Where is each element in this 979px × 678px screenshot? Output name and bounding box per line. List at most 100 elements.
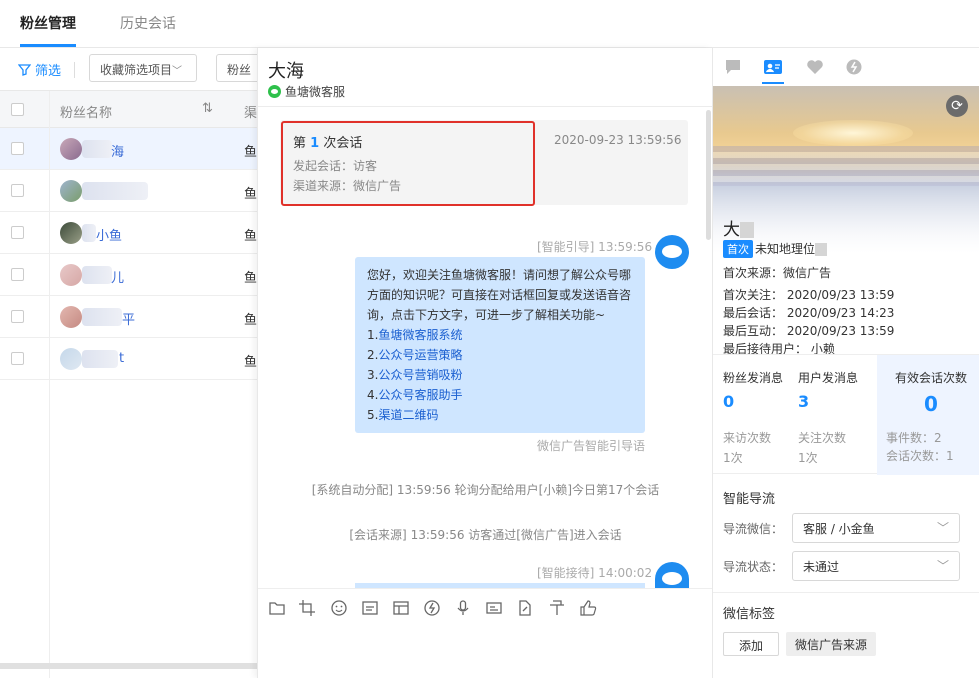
layout-icon[interactable] — [392, 599, 410, 617]
fan-name: 小鱼 — [96, 229, 123, 244]
link-number: 2. — [367, 348, 379, 362]
active-tab-indicator — [762, 82, 784, 84]
link-text[interactable]: 公众号运营策略 — [378, 348, 462, 362]
table-row[interactable]: 小鱼 鱼 — [0, 212, 257, 254]
session-initiator: 发起会话：访客 — [293, 159, 378, 173]
chat-scrollbar[interactable] — [706, 110, 711, 240]
emoji-icon[interactable] — [330, 599, 348, 617]
name-mask — [82, 140, 112, 158]
message-link[interactable]: 3.公众号营销吸粉 — [367, 365, 633, 385]
avatar — [60, 138, 82, 160]
name-mask — [82, 350, 118, 368]
fans-button-label: 粉丝 — [227, 63, 252, 77]
system-tag: [系统自动分配] — [311, 483, 394, 497]
message-link[interactable]: 2.公众号运营策略 — [367, 345, 633, 365]
channel-cell: 鱼 — [244, 355, 258, 370]
add-tag-button[interactable]: 添加 — [723, 632, 779, 656]
wechat-tag[interactable]: 微信广告来源 — [786, 632, 877, 656]
thumbs-up-icon[interactable] — [579, 599, 597, 617]
link-text[interactable]: 鱼塘微客服系统 — [378, 328, 462, 342]
message-input-area[interactable] — [258, 588, 713, 678]
card-icon[interactable] — [485, 599, 503, 617]
select-all-checkbox[interactable] — [11, 103, 24, 116]
location: 未知地理位 — [755, 240, 828, 257]
guide-wechat-select[interactable]: 客服 / 小金鱼 ﹀ — [792, 513, 960, 543]
message-link[interactable]: 4.公众号客服助手 — [367, 385, 633, 405]
mic-icon[interactable] — [454, 599, 472, 617]
fav-filter-dropdown[interactable]: 收藏筛选项目﹀ — [89, 54, 197, 82]
doc-icon[interactable] — [361, 599, 379, 617]
share-icon[interactable] — [516, 599, 534, 617]
fan-msg-value: 0 — [723, 392, 735, 411]
fan-name: 海 — [111, 145, 125, 160]
chat-panel: 大海 鱼塘微客服 第 1 次会话 2020-09-23 13:59:56 发起会… — [257, 48, 713, 678]
heart-icon[interactable] — [805, 58, 825, 76]
tags-section-title: 微信标签 — [723, 607, 776, 622]
channel-cell: 鱼 — [244, 145, 258, 160]
link-text[interactable]: 渠道二维码 — [378, 408, 438, 422]
link-text[interactable]: 公众号营销吸粉 — [378, 368, 462, 382]
coin-icon[interactable] — [423, 599, 441, 617]
tab-fan-management[interactable]: 粉丝管理 — [20, 13, 76, 33]
sessions-count: 会话次数：1 — [886, 449, 954, 463]
last-session: 最后会话： 2020/09/23 14:23 — [723, 306, 895, 320]
message-link[interactable]: 5.渠道二维码 — [367, 405, 633, 425]
table-row[interactable]: 鱼 — [0, 170, 257, 212]
coin-icon[interactable] — [844, 58, 864, 76]
umbrella-icon[interactable] — [548, 599, 566, 617]
table-row[interactable]: 海 鱼 — [0, 128, 257, 170]
table-row[interactable]: 平 鱼 — [0, 296, 257, 338]
avatar — [60, 180, 82, 202]
column-divider — [49, 170, 50, 212]
location-text: 未知地理位 — [755, 242, 816, 256]
link-number: 4. — [367, 388, 379, 402]
fan-name: t — [119, 351, 125, 366]
divider — [74, 62, 75, 78]
row-checkbox[interactable] — [11, 226, 24, 239]
profile-name-text: 大 — [723, 220, 740, 240]
divider — [713, 592, 979, 593]
filter-button[interactable]: 筛选 — [18, 60, 61, 79]
column-divider — [49, 91, 50, 129]
refresh-icon[interactable]: ⟳ — [946, 95, 968, 117]
message-icon[interactable] — [723, 58, 743, 76]
guide-status-select[interactable]: 未通过 ﹀ — [792, 551, 960, 581]
link-text[interactable]: 公众号客服助手 — [378, 388, 462, 402]
name-mask — [82, 182, 148, 200]
name-mask — [740, 222, 754, 238]
chat-title: 大海 — [268, 61, 304, 82]
stats-panel: 粉丝发消息 0 用户发消息 3 有效会话次数 0 来访次数 1次 关注次数 1次… — [713, 354, 979, 475]
row-checkbox[interactable] — [11, 310, 24, 323]
avatar — [60, 348, 82, 370]
account-name: 鱼塘微客服 — [285, 85, 346, 99]
session-number: 1 — [310, 136, 320, 151]
table-row[interactable]: t 鱼 — [0, 338, 257, 380]
fan-msg-label: 粉丝发消息 — [723, 371, 784, 385]
sort-icon[interactable]: ⇅ — [202, 101, 213, 116]
system-text: 13:59:56 轮询分配给用户[小赖]今日第17个会话 — [396, 483, 660, 497]
column-divider — [49, 128, 50, 170]
user-msg-label: 用户发消息 — [798, 371, 859, 385]
col-channel: 渠 — [244, 106, 258, 121]
filter-icon — [18, 64, 31, 76]
session-suffix: 次会话 — [323, 136, 363, 151]
tab-history-sessions[interactable]: 历史会话 — [120, 13, 176, 33]
message-link[interactable]: 1.鱼塘微客服系统 — [367, 325, 633, 345]
table-row[interactable]: 儿 鱼 — [0, 254, 257, 296]
crop-icon[interactable] — [298, 599, 316, 617]
row-checkbox[interactable] — [11, 268, 24, 281]
system-message: [会话来源] 13:59:56 访客通过[微信广告]进入会话 — [258, 526, 713, 543]
active-tab-indicator — [20, 44, 76, 47]
row-checkbox[interactable] — [11, 352, 24, 365]
folder-icon[interactable] — [268, 599, 286, 617]
row-checkbox[interactable] — [11, 142, 24, 155]
profile-card-icon[interactable] — [763, 58, 783, 76]
follow-label: 关注次数 — [798, 431, 847, 445]
horizontal-scrollbar[interactable] — [0, 663, 257, 669]
row-checkbox[interactable] — [11, 184, 24, 197]
link-number: 5. — [367, 408, 379, 422]
chevron-down-icon: ﹀ — [172, 66, 183, 77]
avatar — [60, 306, 82, 328]
column-divider — [49, 338, 50, 380]
message-meta: [智能引导] 13:59:56 — [537, 240, 653, 254]
